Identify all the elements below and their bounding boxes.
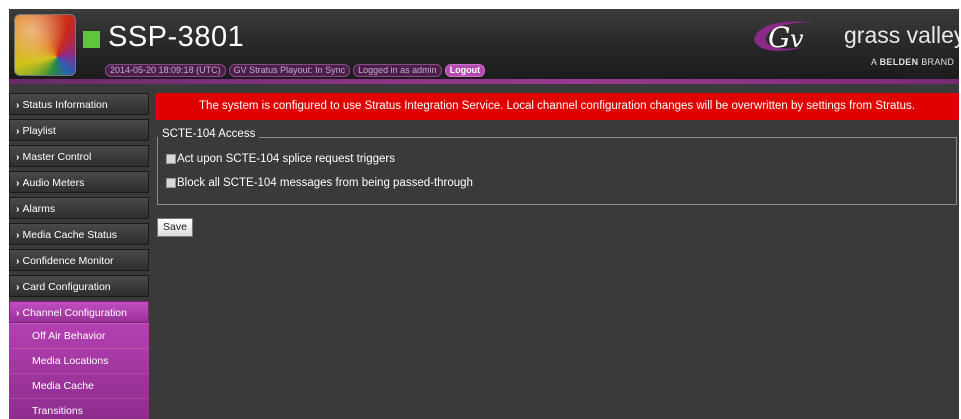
scte104-fieldset: SCTE-104 Access Act upon SCTE-104 splice… [157, 128, 957, 205]
stratus-warning-banner: The system is configured to use Stratus … [155, 93, 959, 120]
chevron-right-icon: › [16, 281, 20, 293]
sidebar-item-media-cache-status[interactable]: › Media Cache Status [9, 223, 149, 245]
sidebar-subitem-transitions[interactable]: Transitions [9, 398, 149, 419]
chevron-right-icon: › [16, 99, 20, 111]
chevron-right-icon: › [16, 203, 20, 215]
sidebar-subitem-media-locations[interactable]: Media Locations [9, 348, 149, 373]
logout-button[interactable]: Logout [444, 64, 486, 77]
block-passthrough-option[interactable]: Block all SCTE-104 messages from being p… [166, 177, 473, 189]
chevron-right-icon: › [16, 307, 20, 319]
brand-name: grass valley [844, 22, 959, 48]
login-status-badge: Logged in as admin [353, 64, 442, 77]
block-passthrough-checkbox[interactable] [166, 178, 176, 188]
sidebar-item-alarms[interactable]: › Alarms [9, 197, 149, 219]
chevron-right-icon: › [16, 151, 20, 163]
sidebar-item-audio-meters[interactable]: › Audio Meters [9, 171, 149, 193]
fieldset-border [254, 137, 957, 138]
sidebar-subnav: Off Air Behavior Media Locations Media C… [9, 323, 149, 419]
header: SSP-3801 2014-05-20 18:09:18 (UTC) GV St… [9, 9, 959, 84]
chevron-right-icon: › [16, 229, 20, 241]
sync-status-badge: GV Stratus Playout: In Sync [228, 64, 351, 77]
act-upon-splice-label: Act upon SCTE-104 splice request trigger… [177, 153, 395, 165]
svg-text:G: G [768, 21, 790, 54]
header-accent-bar [9, 79, 959, 84]
product-title: SSP-3801 [108, 21, 245, 53]
chevron-right-icon: › [16, 255, 20, 267]
chevron-right-icon: › [16, 125, 20, 137]
status-indicator-icon [83, 31, 100, 48]
sidebar-nav: › Status Information › Playlist › Master Co… [9, 93, 149, 419]
block-passthrough-label: Block all SCTE-104 messages from being p… [177, 177, 473, 189]
brand-subtitle: A BELDEN BRAND [871, 57, 955, 67]
sidebar-item-status-information[interactable]: › Status Information [9, 93, 149, 115]
product-logo-icon [14, 14, 76, 76]
svg-text:v: v [790, 25, 804, 53]
status-bar: 2014-05-20 18:09:18 (UTC) GV Stratus Pla… [105, 64, 486, 77]
sidebar-item-channel-configuration[interactable]: › Channel Configuration [9, 301, 149, 323]
app-window: SSP-3801 2014-05-20 18:09:18 (UTC) GV St… [9, 9, 959, 419]
sidebar-subitem-off-air-behavior[interactable]: Off Air Behavior [9, 323, 149, 348]
sidebar-item-confidence-monitor[interactable]: › Confidence Monitor [9, 249, 149, 271]
save-button[interactable]: Save [157, 218, 193, 237]
datetime-badge: 2014-05-20 18:09:18 (UTC) [105, 64, 226, 77]
act-upon-splice-option[interactable]: Act upon SCTE-104 splice request trigger… [166, 153, 395, 165]
chevron-right-icon: › [16, 177, 20, 189]
sidebar-item-card-configuration[interactable]: › Card Configuration [9, 275, 149, 297]
gv-logo-icon: G v [754, 21, 816, 54]
fieldset-legend: SCTE-104 Access [162, 128, 260, 140]
sidebar-subitem-media-cache[interactable]: Media Cache [9, 373, 149, 398]
sidebar-item-playlist[interactable]: › Playlist [9, 119, 149, 141]
sidebar-item-master-control[interactable]: › Master Control [9, 145, 149, 167]
act-upon-splice-checkbox[interactable] [166, 154, 176, 164]
